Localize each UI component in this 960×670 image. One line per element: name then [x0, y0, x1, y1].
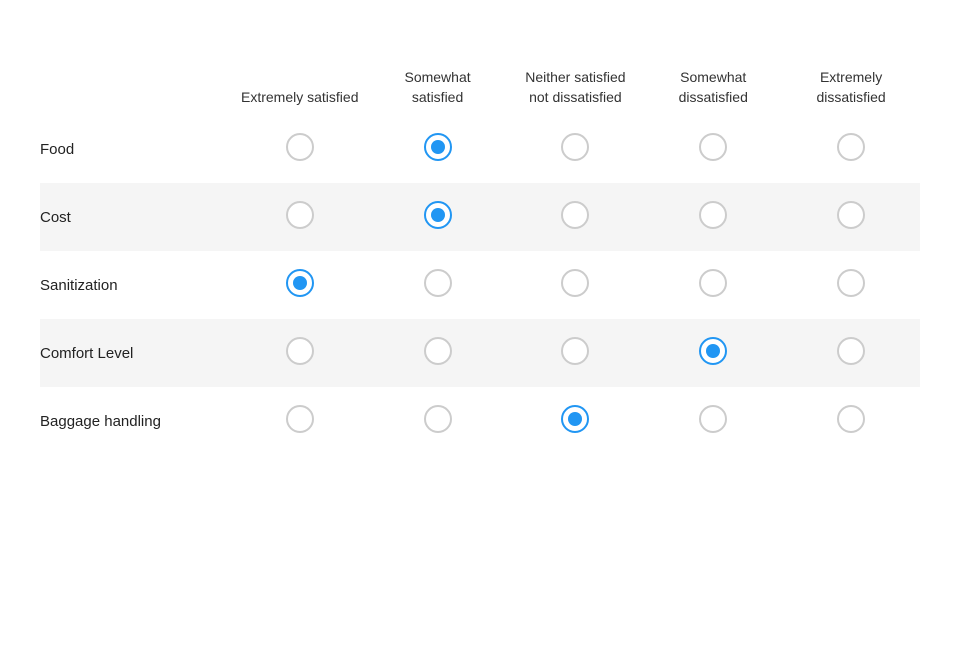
radio-cell-cost-extremely-satisfied[interactable] [231, 183, 369, 251]
radio-cell-baggage-handling-extremely-satisfied[interactable] [231, 387, 369, 455]
table-row: Cost [40, 183, 920, 251]
row-label-comfort-level: Comfort Level [40, 319, 231, 387]
radio-baggage-handling-somewhat-dissatisfied[interactable] [699, 405, 727, 433]
col-header-extremely-satisfied: Extremely satisfied [231, 60, 369, 115]
radio-cell-comfort-level-somewhat-dissatisfied[interactable] [644, 319, 782, 387]
radio-cell-comfort-level-neither[interactable] [506, 319, 644, 387]
row-label-cost: Cost [40, 183, 231, 251]
table-row: Sanitization [40, 251, 920, 319]
radio-cost-somewhat-dissatisfied[interactable] [699, 201, 727, 229]
table-row: Food [40, 115, 920, 183]
radio-cell-baggage-handling-neither[interactable] [506, 387, 644, 455]
survey-table: Extremely satisfiedSomewhat satisfiedNei… [40, 60, 920, 455]
radio-baggage-handling-neither[interactable] [561, 405, 589, 433]
radio-baggage-handling-extremely-dissatisfied[interactable] [837, 405, 865, 433]
col-header-somewhat-satisfied: Somewhat satisfied [369, 60, 507, 115]
radio-sanitization-somewhat-dissatisfied[interactable] [699, 269, 727, 297]
radio-cell-food-extremely-satisfied[interactable] [231, 115, 369, 183]
radio-food-neither[interactable] [561, 133, 589, 161]
radio-cell-comfort-level-extremely-dissatisfied[interactable] [782, 319, 920, 387]
radio-comfort-level-extremely-dissatisfied[interactable] [837, 337, 865, 365]
radio-sanitization-extremely-satisfied[interactable] [286, 269, 314, 297]
radio-baggage-handling-extremely-satisfied[interactable] [286, 405, 314, 433]
row-label-food: Food [40, 115, 231, 183]
radio-food-extremely-dissatisfied[interactable] [837, 133, 865, 161]
table-row: Baggage handling [40, 387, 920, 455]
radio-cost-neither[interactable] [561, 201, 589, 229]
radio-cell-cost-extremely-dissatisfied[interactable] [782, 183, 920, 251]
radio-comfort-level-somewhat-satisfied[interactable] [424, 337, 452, 365]
col-header-extremely-dissatisfied: Extremely dissatisfied [782, 60, 920, 115]
col-header-empty [40, 60, 231, 115]
radio-sanitization-extremely-dissatisfied[interactable] [837, 269, 865, 297]
radio-cell-baggage-handling-extremely-dissatisfied[interactable] [782, 387, 920, 455]
radio-cost-extremely-dissatisfied[interactable] [837, 201, 865, 229]
row-label-sanitization: Sanitization [40, 251, 231, 319]
radio-cell-sanitization-somewhat-dissatisfied[interactable] [644, 251, 782, 319]
radio-cost-extremely-satisfied[interactable] [286, 201, 314, 229]
radio-sanitization-neither[interactable] [561, 269, 589, 297]
radio-food-somewhat-dissatisfied[interactable] [699, 133, 727, 161]
radio-cell-cost-somewhat-satisfied[interactable] [369, 183, 507, 251]
radio-food-extremely-satisfied[interactable] [286, 133, 314, 161]
radio-cell-sanitization-extremely-dissatisfied[interactable] [782, 251, 920, 319]
radio-baggage-handling-somewhat-satisfied[interactable] [424, 405, 452, 433]
radio-cell-cost-neither[interactable] [506, 183, 644, 251]
radio-cell-sanitization-extremely-satisfied[interactable] [231, 251, 369, 319]
radio-food-somewhat-satisfied[interactable] [424, 133, 452, 161]
radio-cell-sanitization-neither[interactable] [506, 251, 644, 319]
radio-cost-somewhat-satisfied[interactable] [424, 201, 452, 229]
radio-cell-sanitization-somewhat-satisfied[interactable] [369, 251, 507, 319]
radio-cell-baggage-handling-somewhat-dissatisfied[interactable] [644, 387, 782, 455]
row-label-baggage-handling: Baggage handling [40, 387, 231, 455]
radio-comfort-level-neither[interactable] [561, 337, 589, 365]
radio-sanitization-somewhat-satisfied[interactable] [424, 269, 452, 297]
radio-cell-food-somewhat-satisfied[interactable] [369, 115, 507, 183]
radio-cell-food-extremely-dissatisfied[interactable] [782, 115, 920, 183]
radio-cell-food-neither[interactable] [506, 115, 644, 183]
radio-cell-comfort-level-somewhat-satisfied[interactable] [369, 319, 507, 387]
radio-cell-cost-somewhat-dissatisfied[interactable] [644, 183, 782, 251]
radio-cell-comfort-level-extremely-satisfied[interactable] [231, 319, 369, 387]
table-row: Comfort Level [40, 319, 920, 387]
radio-comfort-level-somewhat-dissatisfied[interactable] [699, 337, 727, 365]
col-header-neither: Neither satisfied not dissatisfied [506, 60, 644, 115]
radio-comfort-level-extremely-satisfied[interactable] [286, 337, 314, 365]
radio-cell-food-somewhat-dissatisfied[interactable] [644, 115, 782, 183]
col-header-somewhat-dissatisfied: Somewhat dissatisfied [644, 60, 782, 115]
radio-cell-baggage-handling-somewhat-satisfied[interactable] [369, 387, 507, 455]
